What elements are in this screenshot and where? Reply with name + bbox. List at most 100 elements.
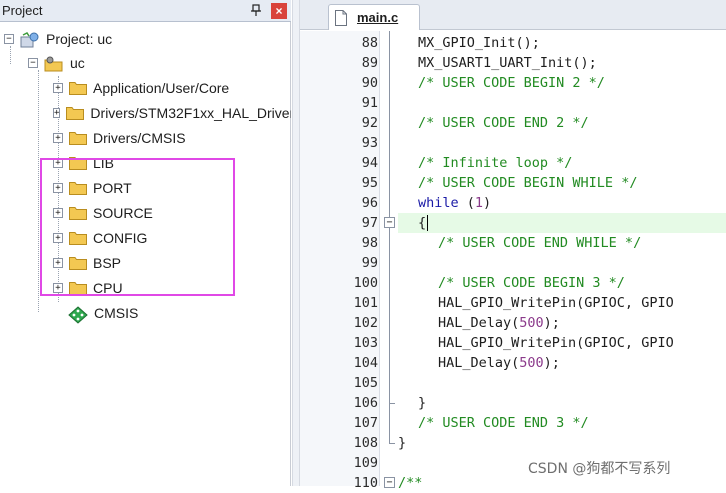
code-editor: main.c 88 MX_GPIO_Init(); 89 MX_USART1_UART… [300, 0, 726, 491]
code-text: while (1) [418, 195, 492, 211]
line-number: 95 [361, 175, 378, 191]
tab-main-c[interactable]: main.c [328, 4, 420, 30]
line-number: 101 [353, 295, 378, 311]
fold-end-marker [389, 403, 395, 404]
expand-icon[interactable]: + [53, 108, 61, 118]
panel-title: Project [2, 3, 43, 18]
code-line: 97 { [300, 213, 726, 233]
code-text: /* USER CODE END WHILE */ [438, 235, 642, 251]
tree-label-target: uc [70, 55, 85, 71]
code-line: 108} [300, 433, 726, 453]
expand-icon[interactable]: + [53, 133, 63, 143]
tree-node-group[interactable]: + Application/User/Core [53, 77, 229, 99]
line-number: 88 [361, 35, 378, 51]
tree-label-group: Drivers/CMSIS [93, 130, 186, 146]
line-number: 91 [361, 95, 378, 111]
line-number: 99 [361, 255, 378, 271]
line-number: 96 [361, 195, 378, 211]
highlight-box [40, 158, 235, 296]
tab-label: main.c [357, 10, 399, 25]
line-number: 103 [353, 335, 378, 351]
code-line: 106} [300, 393, 726, 413]
code-text: HAL_GPIO_WritePin(GPIOC, GPIO [438, 295, 674, 311]
panel-splitter[interactable] [292, 0, 300, 486]
code-line: 91 [300, 93, 726, 113]
code-text: { [418, 215, 427, 231]
folder-icon [69, 131, 87, 145]
line-number: 94 [361, 155, 378, 171]
project-panel-header: Project × [0, 0, 291, 22]
line-number: 97 [361, 215, 378, 231]
code-area[interactable]: 88 MX_GPIO_Init(); 89 MX_USART1_UART_Init()… [300, 31, 726, 491]
code-text: HAL_Delay(500); [438, 315, 560, 331]
tree-node-target[interactable]: − uc [28, 52, 85, 74]
code-text: /** [398, 475, 423, 491]
code-text: /* USER CODE END 3 */ [418, 415, 589, 431]
tree-node-group[interactable]: + Drivers/STM32F1xx_HAL_Driver [53, 102, 291, 124]
code-text: /* USER CODE END 2 */ [418, 115, 589, 131]
tree-node-project-root[interactable]: − Project: uc [4, 28, 112, 50]
code-line: 90 /* USER CODE BEGIN 2 */ [300, 73, 726, 93]
pin-icon[interactable] [249, 3, 263, 17]
collapse-icon[interactable]: − [28, 58, 38, 68]
code-line: 98 /* USER CODE END WHILE */ [300, 233, 726, 253]
project-settings-icon [20, 32, 40, 48]
folder-icon [69, 81, 87, 95]
tree-label-component: CMSIS [94, 305, 139, 321]
tree-label-project: Project: uc [46, 31, 113, 47]
line-number: 102 [353, 315, 378, 331]
code-line: 92 /* USER CODE END 2 */ [300, 113, 726, 133]
folder-icon [66, 106, 85, 120]
line-number: 110 [353, 475, 378, 491]
tree-label-group: Application/User/Core [93, 80, 230, 96]
code-line: 105 [300, 373, 726, 393]
code-text: } [398, 435, 407, 451]
tree-label-group: Drivers/STM32F1xx_HAL_Driver [90, 105, 291, 121]
c-file-icon [335, 9, 347, 26]
line-number: 90 [361, 75, 378, 91]
code-text: /* Infinite loop */ [418, 155, 573, 171]
expand-icon[interactable]: + [53, 83, 63, 93]
tree-guide-line [38, 70, 39, 312]
code-line: 89 MX_USART1_UART_Init(); [300, 53, 726, 73]
code-line: 102 HAL_Delay(500); [300, 313, 726, 333]
code-line: 100 /* USER CODE BEGIN 3 */ [300, 273, 726, 293]
code-line: 103 HAL_GPIO_WritePin(GPIOC, GPIO [300, 333, 726, 353]
line-number: 100 [353, 275, 378, 291]
close-panel-button[interactable]: × [271, 3, 287, 19]
code-line: 88 MX_GPIO_Init(); [300, 33, 726, 53]
code-line: 96 while (1) [300, 193, 726, 213]
code-text: MX_USART1_UART_Init(); [418, 55, 597, 71]
code-text: } [418, 395, 427, 411]
line-number: 107 [353, 415, 378, 431]
fold-guide [389, 31, 390, 443]
fold-collapse-icon[interactable]: − [384, 217, 395, 228]
line-number: 105 [353, 375, 378, 391]
fold-collapse-icon[interactable]: − [384, 477, 395, 488]
code-line: 93 [300, 133, 726, 153]
line-number: 108 [353, 435, 378, 451]
code-text: /* USER CODE BEGIN WHILE */ [418, 175, 638, 191]
collapse-icon[interactable]: − [4, 34, 14, 44]
line-number: 106 [353, 395, 378, 411]
tree-node-component[interactable]: CMSIS [64, 302, 138, 324]
code-line: 107 /* USER CODE END 3 */ [300, 413, 726, 433]
code-line: 104 HAL_Delay(500); [300, 353, 726, 373]
watermark: CSDN @狗都不写系列 [528, 461, 671, 477]
code-line: 94 /* Infinite loop */ [300, 153, 726, 173]
text-cursor [427, 215, 428, 231]
code-line: 101 HAL_GPIO_WritePin(GPIOC, GPIO [300, 293, 726, 313]
code-line: 95 /* USER CODE BEGIN WHILE */ [300, 173, 726, 193]
code-text: MX_GPIO_Init(); [418, 35, 540, 51]
code-line: 99 [300, 253, 726, 273]
editor-tab-strip: main.c [300, 0, 726, 30]
line-number: 98 [361, 235, 378, 251]
target-folder-icon [44, 56, 64, 72]
line-number: 89 [361, 55, 378, 71]
code-text: HAL_GPIO_WritePin(GPIOC, GPIO [438, 335, 674, 351]
tree-node-group[interactable]: + Drivers/CMSIS [53, 127, 186, 149]
line-number: 92 [361, 115, 378, 131]
code-text: /* USER CODE BEGIN 3 */ [438, 275, 625, 291]
code-text: HAL_Delay(500); [438, 355, 560, 371]
line-number: 109 [353, 455, 378, 471]
